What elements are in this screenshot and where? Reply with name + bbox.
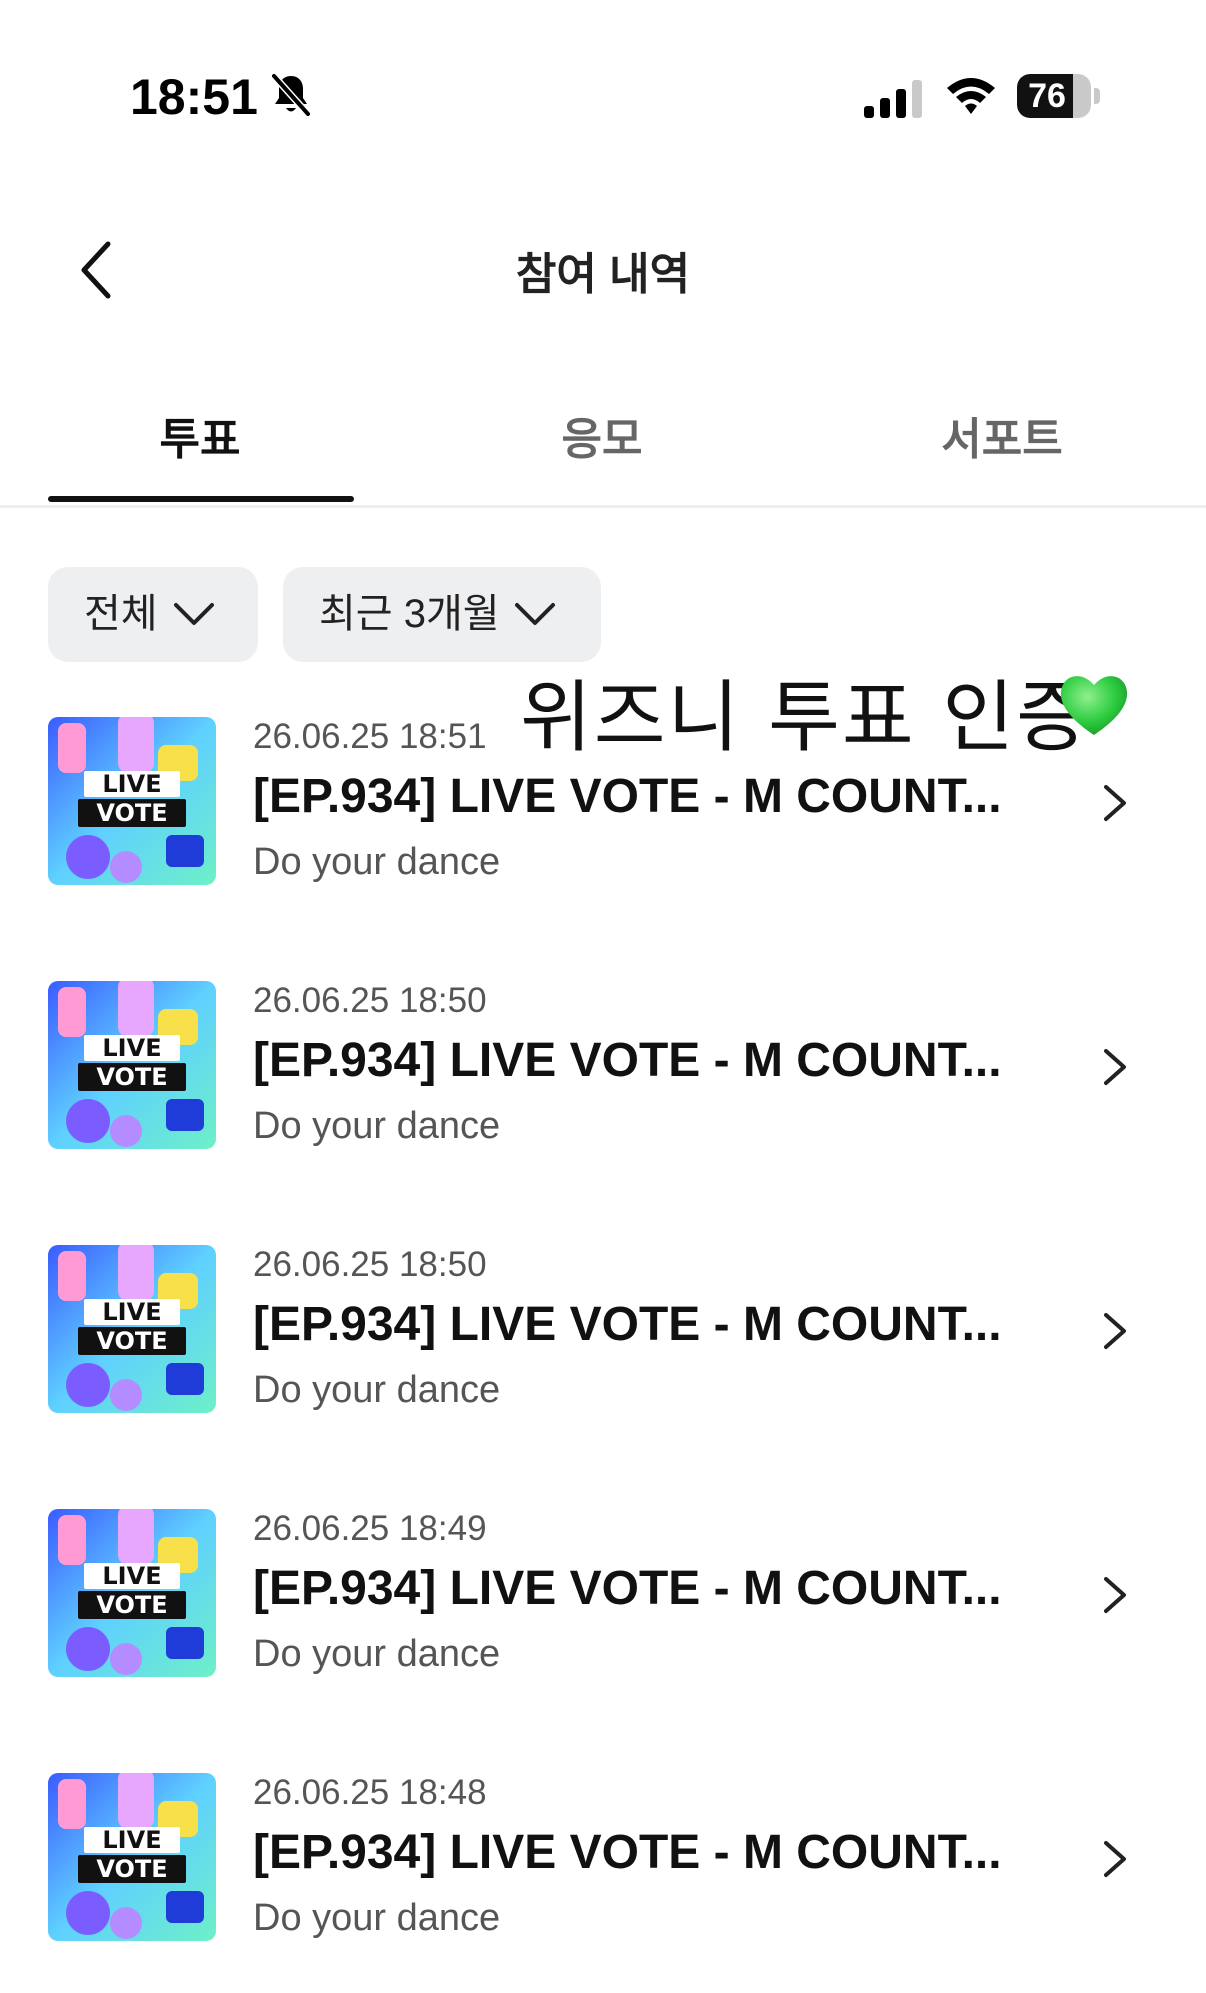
thumb-text-live: LIVE — [102, 1298, 161, 1326]
item-title: [EP.934] LIVE VOTE - M COUNT... — [253, 1562, 1002, 1615]
thumb-text-live: LIVE — [102, 1034, 161, 1062]
overlay-caption: 위즈니 투표 인증 — [520, 673, 1090, 763]
filter-period-label: 최근 3개월 — [319, 592, 500, 636]
filter-category-label: 전체 — [84, 592, 158, 636]
status-time: 18:51 — [130, 69, 258, 125]
item-title: [EP.934] LIVE VOTE - M COUNT... — [253, 770, 1002, 823]
item-date: 26.06.25 18:48 — [253, 1773, 487, 1812]
tab-indicator — [48, 496, 354, 502]
item-subtitle: Do your dance — [253, 1369, 501, 1411]
thumb-text-vote: VOTE — [96, 1327, 167, 1355]
thumb-text-live: LIVE — [102, 770, 161, 798]
list-item[interactable]: LIVE VOTE 26.06.25 18:49 [EP.934] LIVE V… — [0, 1509, 1206, 1729]
item-title: [EP.934] LIVE VOTE - M COUNT... — [253, 1826, 1002, 1879]
thumb-text-vote: VOTE — [96, 1855, 167, 1883]
tab-entry[interactable]: 응모 — [402, 400, 802, 480]
item-date: 26.06.25 18:50 — [253, 1245, 487, 1284]
item-title: [EP.934] LIVE VOTE - M COUNT... — [253, 1034, 1002, 1087]
bell-slash-icon — [271, 73, 311, 117]
chevron-down-icon — [174, 603, 214, 625]
thumb-text-vote: VOTE — [96, 799, 167, 827]
chevron-right-icon — [1104, 1049, 1126, 1085]
battery-level: 76 — [1028, 77, 1066, 115]
item-subtitle: Do your dance — [253, 841, 501, 883]
nav-header: 참여 내역 — [0, 220, 1206, 320]
chevron-right-icon — [1104, 1841, 1126, 1877]
wifi-icon — [947, 78, 995, 114]
thumb-text-live: LIVE — [102, 1562, 161, 1590]
chevron-right-icon — [1104, 1313, 1126, 1349]
list-item[interactable]: LIVE VOTE 26.06.25 18:50 [EP.934] LIVE V… — [0, 1245, 1206, 1465]
live-vote-thumbnail: LIVE VOTE — [48, 1509, 216, 1677]
list-item[interactable]: LIVE VOTE 26.06.25 18:50 [EP.934] LIVE V… — [0, 981, 1206, 1201]
status-bar: 18:51 76 — [0, 0, 1206, 190]
item-date: 26.06.25 18:49 — [253, 1509, 487, 1548]
item-title: [EP.934] LIVE VOTE - M COUNT... — [253, 1298, 1002, 1351]
live-vote-thumbnail: LIVE VOTE — [48, 717, 216, 885]
item-subtitle: Do your dance — [253, 1633, 501, 1675]
item-subtitle: Do your dance — [253, 1897, 501, 1939]
tab-vote[interactable]: 투표 — [0, 400, 400, 480]
chevron-right-icon — [1104, 785, 1126, 821]
filter-period-dropdown[interactable]: 최근 3개월 — [283, 567, 601, 662]
tab-support[interactable]: 서포트 — [802, 400, 1202, 480]
filter-category-dropdown[interactable]: 전체 — [48, 567, 258, 662]
item-subtitle: Do your dance — [253, 1105, 501, 1147]
live-vote-thumbnail: LIVE VOTE — [48, 1245, 216, 1413]
page-title: 참여 내역 — [515, 250, 691, 299]
thumb-text-live: LIVE — [102, 1826, 161, 1854]
list-item[interactable]: LIVE VOTE 26.06.25 18:48 [EP.934] LIVE V… — [0, 1773, 1206, 1993]
chevron-right-icon — [1104, 1577, 1126, 1613]
battery-icon: 76 — [1017, 74, 1101, 120]
live-vote-thumbnail: LIVE VOTE — [48, 1773, 216, 1941]
tab-bar: 투표 응모 서포트 — [0, 390, 1206, 508]
live-vote-thumbnail: LIVE VOTE — [48, 981, 216, 1149]
item-date: 26.06.25 18:51 — [253, 717, 487, 756]
thumb-text-vote: VOTE — [96, 1063, 167, 1091]
chevron-down-icon — [515, 603, 555, 625]
item-date: 26.06.25 18:50 — [253, 981, 487, 1020]
thumb-text-vote: VOTE — [96, 1591, 167, 1619]
signal-icon — [864, 80, 922, 118]
green-heart-icon — [1060, 676, 1128, 735]
